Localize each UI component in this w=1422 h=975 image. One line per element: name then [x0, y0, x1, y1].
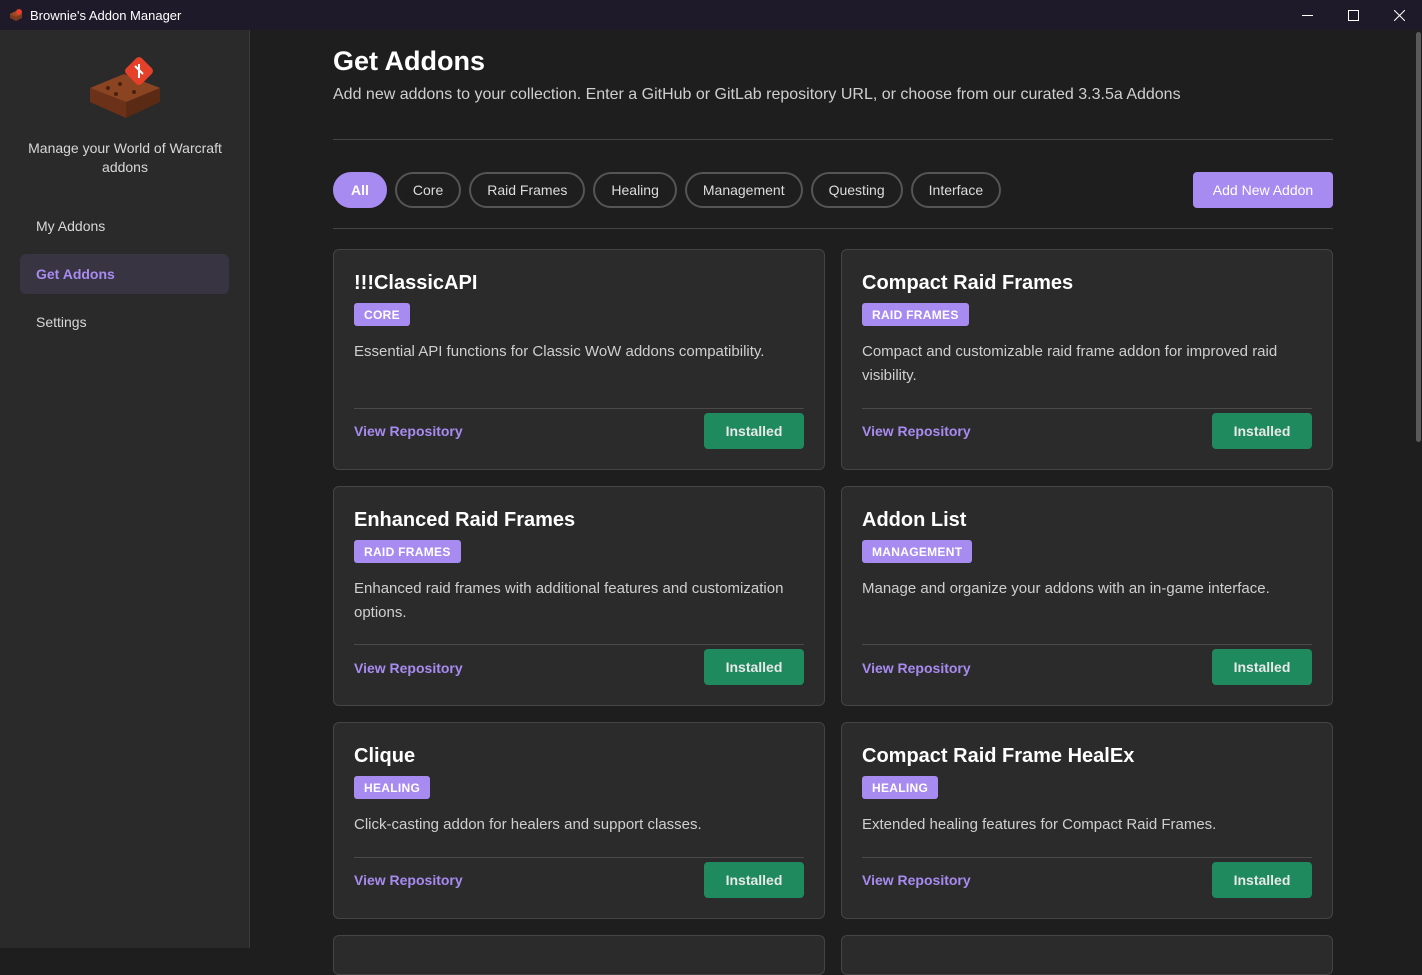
view-repository-link[interactable]: View Repository: [354, 872, 463, 888]
filter-questing[interactable]: Questing: [810, 172, 903, 208]
installed-button[interactable]: Installed: [704, 413, 804, 449]
installed-button[interactable]: Installed: [704, 862, 804, 898]
window-title: Brownie's Addon Manager: [30, 7, 182, 23]
card-divider: [862, 857, 1312, 858]
scrollbar-thumb[interactable]: [1416, 32, 1421, 442]
addon-category-badge: HEALING: [354, 776, 431, 799]
addon-card-partial: [333, 935, 825, 975]
filter-all[interactable]: All: [333, 172, 387, 208]
addon-description: Essential API functions for Classic WoW …: [354, 343, 765, 360]
card-divider: [354, 644, 804, 645]
header-divider: [333, 139, 1333, 140]
addon-category-badge: CORE: [354, 303, 410, 326]
addon-category-badge: RAID FRAMES: [862, 303, 969, 326]
title-bar: Brownie's Addon Manager: [0, 0, 1422, 30]
addon-category-badge: MANAGEMENT: [862, 540, 973, 563]
filter-raid-frames[interactable]: Raid Frames: [469, 172, 586, 208]
addon-card: !!!ClassicAPI CORE Essential API functio…: [333, 249, 825, 470]
filter-interface[interactable]: Interface: [910, 172, 1002, 208]
filter-core[interactable]: Core: [394, 172, 462, 208]
installed-button[interactable]: Installed: [1212, 862, 1312, 898]
sidebar-item-settings[interactable]: Settings: [20, 302, 229, 342]
view-repository-link[interactable]: View Repository: [862, 660, 971, 676]
addon-name: !!!ClassicAPI: [354, 272, 478, 294]
add-new-addon-button[interactable]: Add New Addon: [1193, 172, 1333, 208]
maximize-button[interactable]: [1330, 0, 1376, 30]
addon-name: Compact Raid Frame HealEx: [862, 745, 1135, 767]
sidebar-nav: My Addons Get Addons Settings: [20, 206, 229, 350]
addon-name: Addon List: [862, 509, 967, 531]
addon-description: Extended healing features for Compact Ra…: [862, 816, 1217, 833]
addon-description: Click-casting addon for healers and supp…: [354, 816, 702, 833]
main-content: Get Addons Add new addons to your collec…: [251, 30, 1411, 975]
page-title: Get Addons: [333, 46, 485, 76]
addon-name: Compact Raid Frames: [862, 272, 1074, 294]
card-divider: [354, 857, 804, 858]
scrollbar[interactable]: [1414, 30, 1422, 948]
addon-card: Clique HEALING Click-casting addon for h…: [333, 722, 825, 919]
installed-button[interactable]: Installed: [1212, 413, 1312, 449]
addon-card-partial: [841, 935, 1333, 975]
card-divider: [862, 644, 1312, 645]
sidebar-tagline: Manage your World of Warcraft addons: [28, 140, 222, 175]
addon-name: Clique: [354, 745, 416, 767]
close-button[interactable]: [1376, 0, 1422, 30]
sidebar-item-get-addons[interactable]: Get Addons: [20, 254, 229, 294]
addon-category-badge: HEALING: [862, 776, 939, 799]
view-repository-link[interactable]: View Repository: [862, 423, 971, 439]
brownie-icon: [10, 9, 22, 21]
brownie-logo: [90, 57, 160, 118]
addon-description: Manage and organize your addons with an …: [862, 580, 1270, 597]
addon-card: Addon List MANAGEMENT Manage and organiz…: [841, 486, 1333, 706]
addon-description: Enhanced raid frames with additional fea…: [354, 580, 784, 621]
sidebar-item-my-addons[interactable]: My Addons: [20, 206, 229, 246]
window-controls: [1284, 0, 1422, 30]
installed-button[interactable]: Installed: [1212, 649, 1312, 685]
card-divider: [354, 408, 804, 409]
filter-divider: [333, 228, 1333, 229]
minimize-button[interactable]: [1284, 0, 1330, 30]
addon-card: Compact Raid Frames RAID FRAMES Compact …: [841, 249, 1333, 470]
view-repository-link[interactable]: View Repository: [354, 660, 463, 676]
addon-card: Compact Raid Frame HealEx HEALING Extend…: [841, 722, 1333, 919]
filter-bar: All Core Raid Frames Healing Management …: [333, 172, 1009, 208]
close-icon: [1393, 9, 1405, 21]
addon-card: Enhanced Raid Frames RAID FRAMES Enhance…: [333, 486, 825, 706]
installed-button[interactable]: Installed: [704, 649, 804, 685]
card-divider: [862, 408, 1312, 409]
maximize-icon: [1347, 9, 1359, 21]
filter-healing[interactable]: Healing: [593, 172, 677, 208]
view-repository-link[interactable]: View Repository: [354, 423, 463, 439]
addon-name: Enhanced Raid Frames: [354, 509, 576, 531]
view-repository-link[interactable]: View Repository: [862, 872, 971, 888]
addon-description: Compact and customizable raid frame addo…: [862, 343, 1278, 384]
filter-management[interactable]: Management: [684, 172, 803, 208]
sidebar: Manage your World of Warcraft addons My …: [0, 30, 250, 948]
addon-category-badge: RAID FRAMES: [354, 540, 461, 563]
page-subtitle: Add new addons to your collection. Enter…: [333, 86, 1181, 103]
minimize-icon: [1301, 14, 1313, 16]
